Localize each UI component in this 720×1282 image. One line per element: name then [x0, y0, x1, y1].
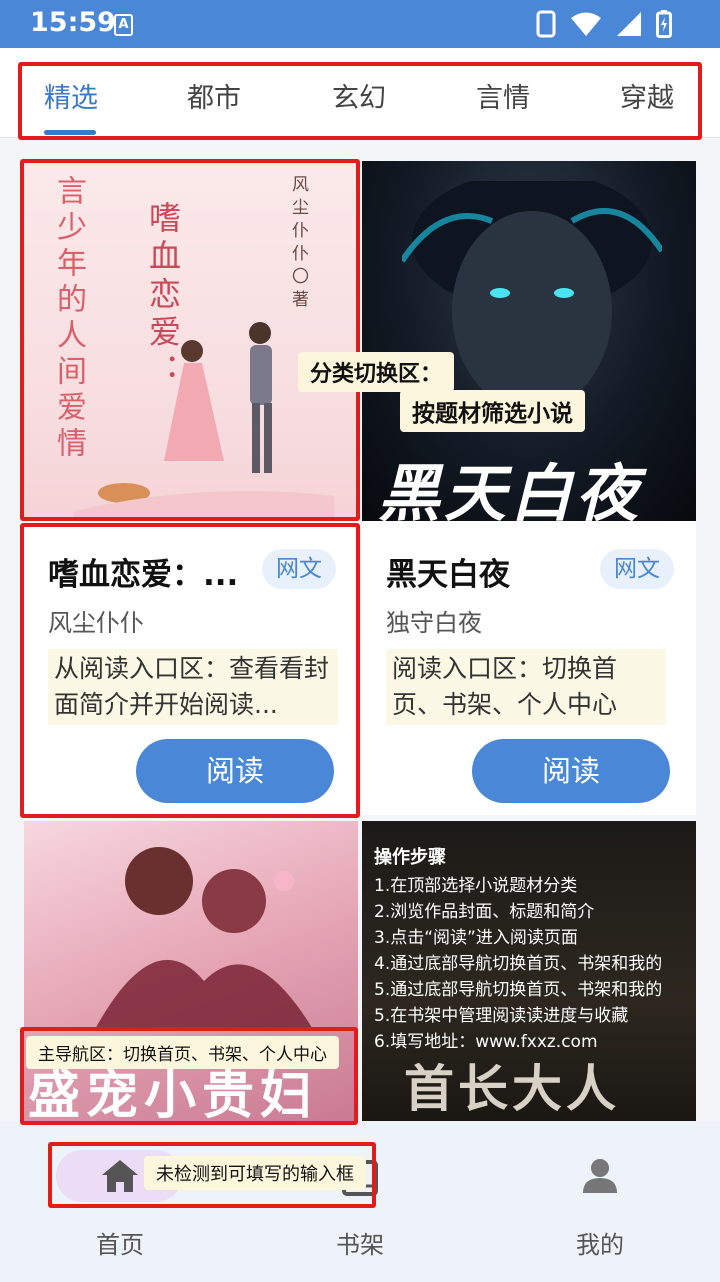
- status-time: 15:59: [30, 7, 116, 38]
- vibrate-icon: [536, 10, 556, 38]
- step-item: 6.填写地址：www.fxxz.com: [374, 1032, 598, 1052]
- cover-2-title-text: 黑天白夜: [378, 457, 643, 521]
- book-desc-2: 阅读入口区：切换首页、书架、个人中心: [386, 649, 666, 725]
- category-note-desc: 按题材筛选小说: [400, 390, 585, 432]
- profile-icon[interactable]: [582, 1158, 618, 1194]
- nav-area-note: 主导航区：切换首页、书架、个人中心: [26, 1036, 339, 1069]
- romance-couple-illustration: [94, 847, 314, 1031]
- book-cover-2[interactable]: 黑天白夜: [362, 161, 696, 521]
- genre-tag-2: 网文: [600, 549, 674, 589]
- wifi-icon: [571, 12, 601, 36]
- nav-label-home[interactable]: 首页: [60, 1225, 180, 1260]
- notification-a-icon: A: [114, 14, 133, 36]
- nav-label-bookshelf[interactable]: 书架: [300, 1225, 420, 1260]
- book-title-2[interactable]: 黑天白夜: [386, 549, 510, 594]
- category-tabs-highlight: [18, 62, 702, 140]
- step-item: 3.点击“阅读”进入阅读页面: [374, 928, 578, 948]
- battery-icon: [656, 10, 672, 38]
- author-2: 独守白夜: [386, 609, 482, 637]
- steps-title: 操作步骤: [374, 847, 446, 868]
- category-note-label: 分类切换区：: [298, 352, 455, 392]
- status-bar: 15:59 A: [0, 0, 720, 48]
- cover-1-highlight: [20, 159, 360, 521]
- signal-icon: [617, 12, 641, 36]
- cover-4-title-text: 首长大人: [404, 1059, 620, 1118]
- read-button-2[interactable]: 阅读: [472, 739, 670, 803]
- card-1-highlight: [20, 523, 360, 818]
- step-item: 1.在顶部选择小说题材分类: [374, 876, 578, 896]
- step-item: 4.通过底部导航切换首页、书架和我的: [374, 954, 663, 974]
- step-item: 5.在书架中管理阅读读进度与收藏: [374, 1006, 629, 1026]
- operation-steps-panel: 操作步骤 1.在顶部选择小说题材分类 2.浏览作品封面、标题和简介 3.点击“阅…: [374, 845, 662, 1055]
- input-detect-note: 未检测到可填写的输入框: [144, 1156, 366, 1190]
- step-item: 5.通过底部导航切换首页、书架和我的: [374, 980, 663, 1000]
- book-card-2: 黑天白夜 网文 独守白夜 阅读入口区：切换首页、书架、个人中心 阅读: [362, 521, 696, 815]
- nav-label-profile[interactable]: 我的: [540, 1225, 660, 1260]
- step-item: 2.浏览作品封面、标题和简介: [374, 902, 595, 922]
